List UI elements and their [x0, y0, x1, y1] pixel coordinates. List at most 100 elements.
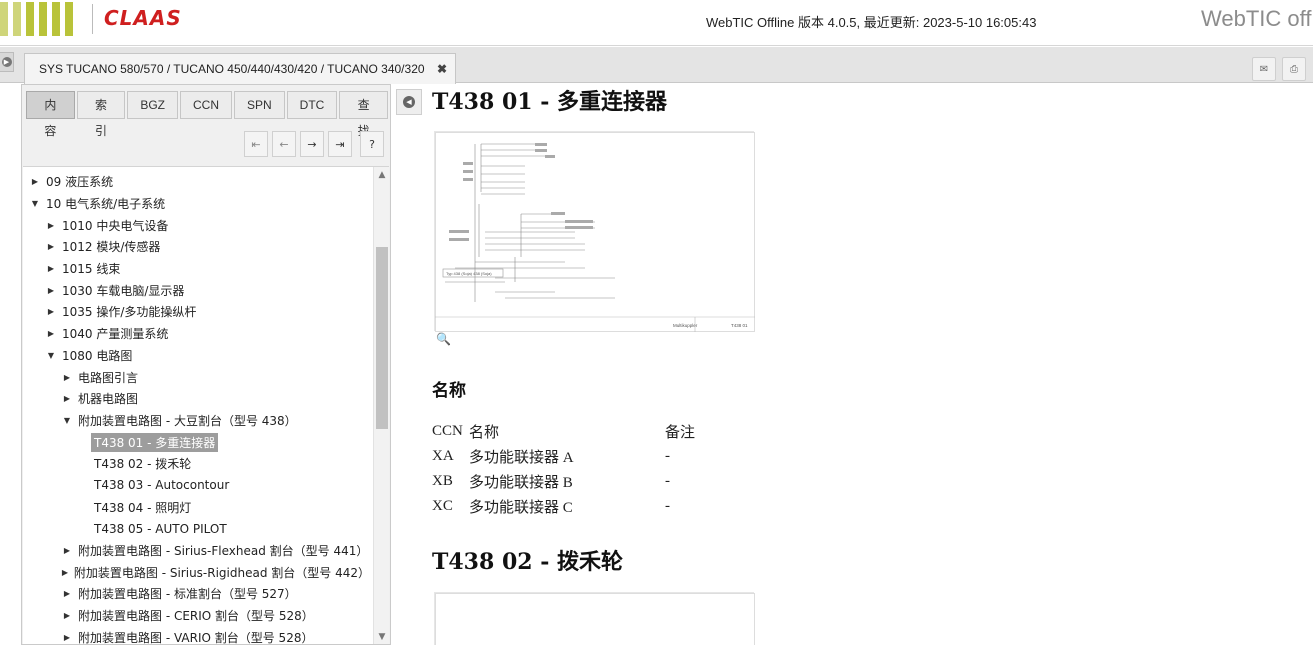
first-arrow-icon: ⇤: [251, 137, 261, 151]
expand-arrow-icon[interactable]: ▶: [43, 307, 59, 316]
tab-ccn[interactable]: CCN: [179, 91, 232, 119]
expand-arrow-icon[interactable]: ▶: [43, 329, 59, 338]
document-content: T438 01 - 多重连接器 Typ 438 (Soja) 438 (Soja…: [432, 84, 1302, 645]
tree-scrollbar[interactable]: ▲ ▼: [373, 167, 389, 644]
tree-item-label: 1030 车载电脑/显示器: [62, 283, 185, 298]
claas-logo: CLAAS: [104, 6, 182, 30]
tab-search[interactable]: 查找: [339, 91, 388, 138]
close-icon[interactable]: ✖: [437, 62, 447, 76]
expand-arrow-icon[interactable]: ▶: [43, 264, 59, 273]
tree-item[interactable]: ▶ 1015 线束: [23, 258, 373, 280]
tree-item-label: 1040 产量测量系统: [62, 327, 169, 342]
last-button[interactable]: ⇥: [328, 131, 352, 157]
cell-name: 多功能联接器 B: [469, 475, 573, 491]
first-button[interactable]: ⇤: [244, 131, 268, 157]
tree-item[interactable]: ▶ 1030 车载电脑/显示器: [23, 279, 373, 301]
tree-item[interactable]: T438 04 - 照明灯: [23, 496, 373, 518]
tree-item[interactable]: ▶ 1035 操作/多功能操纵杆: [23, 301, 373, 323]
collapse-arrow-icon[interactable]: ▼: [43, 351, 59, 360]
scroll-up-icon[interactable]: ▲: [374, 167, 389, 183]
scroll-thumb[interactable]: [376, 247, 388, 429]
collapse-arrow-icon: ▶: [1, 57, 12, 67]
panel-collapse-button[interactable]: ▶: [0, 52, 14, 72]
tree-item[interactable]: ▶ 电路图引言: [23, 366, 373, 388]
tree-item[interactable]: ▶ 1010 中央电气设备: [23, 214, 373, 236]
zoom-icon[interactable]: 🔍: [436, 332, 451, 346]
expand-arrow-icon[interactable]: ▶: [59, 373, 75, 382]
expand-arrow-icon[interactable]: ▶: [43, 286, 59, 295]
wiring-diagram-thumbnail-2[interactable]: [434, 592, 755, 645]
expand-arrow-icon[interactable]: ▶: [59, 394, 75, 403]
tree-item-label: 附加装置电路图 - 标准割台（型号 527）: [78, 587, 297, 602]
collapse-arrow-icon[interactable]: ▼: [27, 199, 43, 208]
expand-arrow-icon[interactable]: ▶: [59, 589, 75, 598]
tree-item[interactable]: ▶ 附加装置电路图 - Sirius-Rigidhead 割台（型号 442）: [23, 561, 373, 583]
tab-bgz[interactable]: BGZ: [127, 91, 178, 119]
next-button[interactable]: →: [300, 131, 324, 157]
prev-button[interactable]: ←: [272, 131, 296, 157]
expand-arrow-icon[interactable]: ▶: [27, 177, 43, 186]
tree-item-label: T438 02 - 拨禾轮: [94, 457, 192, 472]
tree-item[interactable]: T438 05 - AUTO PILOT: [23, 518, 373, 540]
print-button[interactable]: ⎙: [1282, 57, 1306, 81]
next-arrow-icon: →: [307, 137, 317, 151]
tree-item-label: 机器电路图: [78, 392, 139, 407]
diagram-footer-id: T438 01: [731, 323, 748, 328]
tree-item[interactable]: T438 02 - 拨禾轮: [23, 453, 373, 475]
names-heading: 名称: [432, 381, 466, 401]
tree-item[interactable]: ▼ 10 电气系统/电子系统: [23, 193, 373, 215]
content-tree: ▶ 09 液压系统 ▼ 10 电气系统/电子系统 ▶ 1010 中央电气设备 ▶ 1012 模…: [23, 166, 389, 644]
tree-item[interactable]: ▼ 附加装置电路图 - 大豆割台（型号 438）: [23, 410, 373, 432]
scroll-down-icon[interactable]: ▼: [374, 629, 389, 644]
tab-content[interactable]: 内容: [26, 91, 75, 138]
parts-table: CCN 名称 备注 XA 多功能联接器 A - XB 多功能联接器 B - XC…: [432, 418, 695, 519]
tree-list: ▶ 09 液压系统 ▼ 10 电气系统/电子系统 ▶ 1010 中央电气设备 ▶ 1012 模…: [23, 171, 373, 644]
tree-item-label: T438 05 - AUTO PILOT: [94, 521, 227, 536]
tree-item[interactable]: ▶ 1040 产量测量系统: [23, 323, 373, 345]
tree-item-label: T438 03 - Autocontour: [94, 478, 230, 493]
expand-arrow-icon[interactable]: ▶: [59, 611, 75, 620]
tree-item[interactable]: T438 03 - Autocontour: [23, 475, 373, 497]
tab-index[interactable]: 索引: [76, 91, 126, 138]
navigation-panel: 内容 索引 BGZ CCN SPN DTC 查找 ⇤ ← → ⇥ ? ▶09 液…: [21, 84, 391, 645]
last-arrow-icon: ⇥: [335, 137, 345, 151]
tree-item[interactable]: ▶ 附加装置电路图 - Sirius-Flexhead 割台（型号 441）: [23, 540, 373, 562]
document-tab-bar: ▶ SYS TUCANO 580/570 / TUCANO 450/440/43…: [0, 47, 1313, 84]
tree-item[interactable]: ▶ 附加装置电路图 - CERIO 割台（型号 528）: [23, 605, 373, 627]
tree-item[interactable]: ▶ 附加装置电路图 - 标准割台（型号 527）: [23, 583, 373, 605]
table-row: XB 多功能联接器 B -: [432, 469, 695, 494]
document-tab[interactable]: SYS TUCANO 580/570 / TUCANO 450/440/430/…: [24, 53, 456, 84]
collapse-arrow-icon[interactable]: ▼: [59, 416, 75, 425]
tab-dtc[interactable]: DTC: [286, 91, 338, 119]
tree-item-selected[interactable]: T438 01 - 多重连接器: [23, 431, 373, 453]
tree-item-label: T438 01 - 多重连接器: [91, 432, 219, 452]
tree-item[interactable]: ▼ 1080 电路图: [23, 345, 373, 367]
cell-name: 多功能联接器 A: [469, 450, 574, 466]
cell-remarks: -: [665, 498, 670, 514]
app-header: CLAAS WebTIC Offline 版本 4.0.5, 最近更新: 202…: [0, 0, 1313, 46]
tree-item-label: 电路图引言: [78, 370, 139, 385]
expand-arrow-icon[interactable]: ▶: [59, 546, 75, 555]
hide-navigation-button[interactable]: ◀: [396, 89, 422, 115]
document-tab-label: SYS TUCANO 580/570 / TUCANO 450/440/430/…: [39, 62, 425, 76]
email-button[interactable]: ✉: [1252, 57, 1276, 81]
diagram-footer-title: Multikuppler: [673, 323, 698, 328]
tree-item[interactable]: ▶ 附加装置电路图 - VARIO 割台（型号 528）: [23, 626, 373, 644]
tree-item[interactable]: ▶ 机器电路图: [23, 388, 373, 410]
tree-item-label: 1012 模块/传感器: [62, 240, 161, 255]
tree-item[interactable]: ▶ 09 液压系统: [23, 171, 373, 193]
nav-tabs: 内容 索引 BGZ CCN SPN DTC 查找: [26, 91, 390, 138]
expand-arrow-icon[interactable]: ▶: [43, 242, 59, 251]
expand-arrow-icon[interactable]: ▶: [43, 221, 59, 230]
tree-item-label: 1035 操作/多功能操纵杆: [62, 305, 197, 320]
help-button[interactable]: ?: [360, 131, 384, 157]
cell-name: 多功能联接器 C: [469, 500, 573, 516]
tab-spn[interactable]: SPN: [233, 91, 285, 119]
wiring-diagram-thumbnail[interactable]: Typ 438 (Soja) 438 (Soja) Multikuppler T…: [434, 131, 755, 332]
version-info: WebTIC Offline 版本 4.0.5, 最近更新: 2023-5-10…: [706, 15, 1037, 30]
col-header-name: 名称: [469, 424, 500, 441]
expand-arrow-icon[interactable]: ▶: [59, 568, 71, 577]
expand-arrow-icon[interactable]: ▶: [59, 633, 75, 642]
tree-item-label: 10 电气系统/电子系统: [46, 197, 166, 212]
tree-item[interactable]: ▶ 1012 模块/传感器: [23, 236, 373, 258]
